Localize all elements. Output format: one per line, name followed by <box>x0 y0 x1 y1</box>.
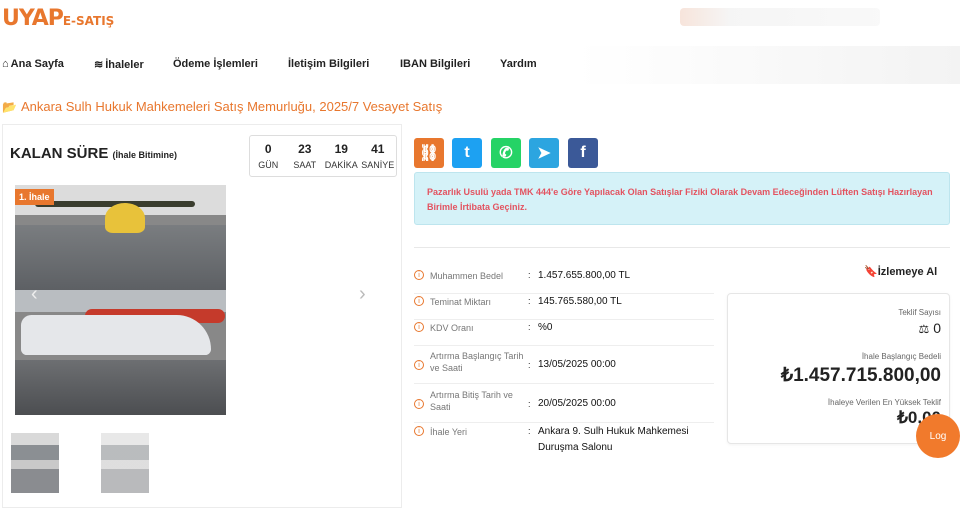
layers-icon: ≋ <box>94 59 104 71</box>
main-photo[interactable]: 1. İhale <box>15 185 226 415</box>
whatsapp-icon[interactable]: ✆ <box>491 138 521 168</box>
watch-button[interactable]: 🔖İzlemeye Al <box>864 265 937 278</box>
header-user-area[interactable] <box>680 8 880 26</box>
countdown-days: 0 GÜN <box>258 142 279 170</box>
home-icon: ⌂ <box>2 58 9 70</box>
gavel-icon: ⚖ <box>918 322 930 336</box>
countdown-minutes: 19 DAKİKA <box>324 142 358 170</box>
detail-row: i Artırma Başlangıç Tarih ve Saati:13/05/… <box>414 350 714 384</box>
nav-iban-bilgileri[interactable]: IBAN Bilgileri <box>400 58 470 70</box>
divider <box>414 247 950 248</box>
main-nav: ⌂ Ana Sayfa ≋ İhaleler Ödeme İşlemleri İle… <box>0 46 960 84</box>
detail-row: i Muhammen Bedel:1.457.655.800,00 TL <box>414 270 714 294</box>
countdown-title: KALAN SÜRE (İhale Bitimine) <box>10 145 178 162</box>
chevron-left-icon[interactable]: ‹ <box>31 283 38 306</box>
nav-iletisim-bilgileri[interactable]: İletişim Bilgileri <box>288 58 369 70</box>
nav-odeme-islemleri[interactable]: Ödeme İşlemleri <box>173 58 258 70</box>
ihale-badge: 1. İhale <box>15 189 54 205</box>
countdown-timer: 0 GÜN 23 SAAT 19 DAKİKA 41 SANİYE <box>249 135 397 177</box>
start-price: ₺1.457.715.800,00 <box>780 365 941 386</box>
facebook-icon[interactable]: f <box>568 138 598 168</box>
bid-count: ⚖ 0 <box>918 320 941 336</box>
auction-left-panel: KALAN SÜRE (İhale Bitimine) 0 GÜN 23 SAAT … <box>2 124 402 508</box>
breadcrumb-title: Ankara Sulh Hukuk Mahkemeleri Satış Memu… <box>20 99 443 114</box>
info-alert: Pazarlık Usulü yada TMK 444'e Göre Yapıl… <box>414 172 950 225</box>
countdown-seconds: 41 SANİYE <box>361 142 395 170</box>
folder-open-icon: 📂 <box>2 100 17 114</box>
bookmark-icon: 🔖 <box>864 266 878 278</box>
chat-launcher-button[interactable]: Log <box>916 414 960 458</box>
uyap-logo[interactable]: UYAPE-SATIŞ <box>2 6 114 31</box>
info-icon: i <box>414 322 424 332</box>
telegram-icon[interactable]: ➤ <box>529 138 559 168</box>
breadcrumb: 📂 Ankara Sulh Hukuk Mahkemeleri Satış Mem… <box>2 99 442 114</box>
info-icon: i <box>414 270 424 280</box>
thumbnail[interactable] <box>11 433 59 493</box>
nav-ihaleler[interactable]: ≋ İhaleler <box>94 58 144 71</box>
bid-summary-card: Teklif Sayısı ⚖ 0 İhale Başlangıç Bedeli… <box>727 293 950 444</box>
twitter-icon[interactable]: t <box>452 138 482 168</box>
countdown-hours: 23 SAAT <box>293 142 317 170</box>
header: UYAPE-SATIŞ <box>0 0 960 44</box>
detail-row: i Artırma Bitiş Tarih ve Saati:20/05/2025… <box>414 389 714 423</box>
detail-row: i İhale Yeri: Ankara 9. Sulh Hukuk Mahkeme… <box>414 426 714 464</box>
chevron-right-icon[interactable]: › <box>359 283 366 306</box>
nav-ana-sayfa[interactable]: ⌂ Ana Sayfa <box>2 58 64 70</box>
info-icon: i <box>414 399 424 409</box>
detail-row: i KDV Oranı: %0 <box>414 322 714 346</box>
nav-yardim[interactable]: Yardım <box>500 58 537 70</box>
detail-row: i Teminat Miktarı:145.765.580,00 TL <box>414 296 714 320</box>
info-icon: i <box>414 426 424 436</box>
link-icon[interactable]: ⛓ <box>414 138 444 168</box>
info-icon: i <box>414 360 424 370</box>
thumbnail[interactable] <box>101 433 149 493</box>
info-icon: i <box>414 296 424 306</box>
